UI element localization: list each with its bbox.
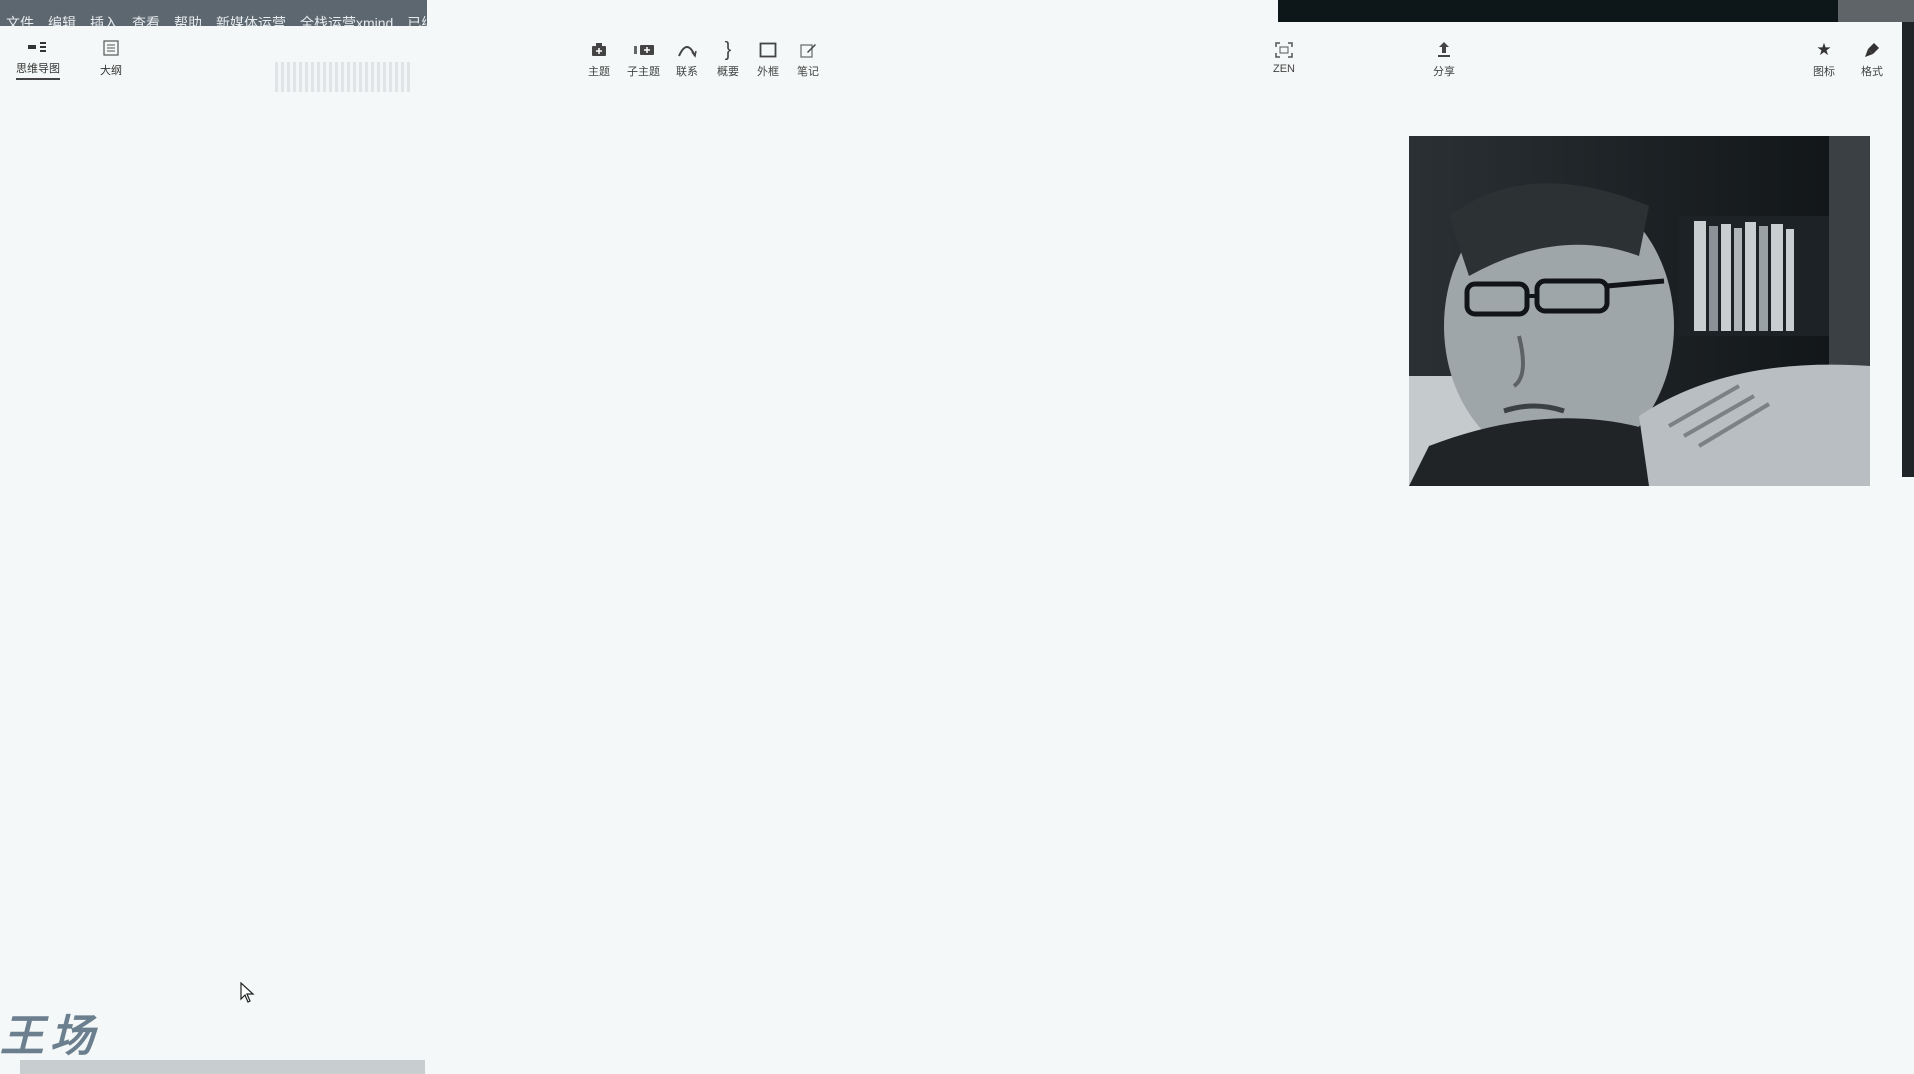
outline-icon xyxy=(103,40,119,59)
mindmap-icon xyxy=(27,40,49,57)
boundary-button[interactable]: 外框 xyxy=(757,40,779,79)
topic-button[interactable]: 主题 xyxy=(588,40,610,79)
zen-button[interactable]: ZEN xyxy=(1273,40,1295,75)
overlay-bar xyxy=(1278,0,1838,22)
tab-outline-label: 大纲 xyxy=(100,65,122,77)
icon-panel-label: 图标 xyxy=(1813,66,1835,78)
mouse-cursor-icon xyxy=(240,982,255,1003)
note-pencil-icon xyxy=(799,40,817,60)
blurred-area xyxy=(275,62,410,92)
menu-bar: 文件 编辑 插入 查看 帮助 新媒体运营 全栈运营xmind 已编辑 xyxy=(0,0,427,26)
window-controls-area xyxy=(1838,0,1914,22)
watermark-logo: 王场 xyxy=(0,1011,100,1062)
subtopic-icon xyxy=(633,40,655,60)
format-label: 格式 xyxy=(1861,66,1883,78)
tab-outline[interactable]: 大纲 xyxy=(100,40,122,78)
share-upload-icon xyxy=(1436,40,1452,60)
icon-panel-button[interactable]: ★ 图标 xyxy=(1813,40,1835,79)
relationship-label: 联系 xyxy=(676,66,698,78)
share-button[interactable]: 分享 xyxy=(1433,40,1455,79)
zen-fullscreen-icon xyxy=(1275,40,1293,60)
boundary-icon xyxy=(759,40,777,60)
menu-insert[interactable]: 插入 xyxy=(90,15,118,26)
webcam-frame-image xyxy=(1409,136,1870,486)
summary-label: 概要 xyxy=(717,66,739,78)
format-button[interactable]: 格式 xyxy=(1861,40,1883,79)
topic-icon xyxy=(590,40,608,60)
boundary-label: 外框 xyxy=(757,66,779,78)
topic-label: 主题 xyxy=(588,66,610,78)
format-brush-icon xyxy=(1864,40,1880,60)
note-button[interactable]: 笔记 xyxy=(797,40,819,79)
tab-mindmap-label: 思维导图 xyxy=(16,63,60,75)
zen-label: ZEN xyxy=(1273,63,1295,75)
relationship-button[interactable]: 联系 xyxy=(676,40,698,79)
document-filename: 全栈运营xmind xyxy=(300,15,394,26)
summary-brace-icon: } xyxy=(724,38,732,61)
menu-file[interactable]: 文件 xyxy=(6,15,34,26)
webcam-video-overlay xyxy=(1409,136,1870,486)
document-title: 新媒体运营 xyxy=(216,15,286,26)
menu-help[interactable]: 帮助 xyxy=(174,15,202,26)
tab-mindmap[interactable]: 思维导图 xyxy=(16,40,60,80)
document-status: 已编辑 xyxy=(407,15,427,26)
menu-edit[interactable]: 编辑 xyxy=(48,15,76,26)
subtopic-button[interactable]: 子主题 xyxy=(627,40,660,79)
star-icon: ★ xyxy=(1816,40,1832,59)
menu-view[interactable]: 查看 xyxy=(132,15,160,26)
bottom-bar xyxy=(20,1060,425,1074)
subtopic-label: 子主题 xyxy=(627,66,660,78)
summary-button[interactable]: } 概要 xyxy=(717,38,739,79)
note-label: 笔记 xyxy=(797,66,819,78)
relationship-icon xyxy=(677,40,697,60)
share-label: 分享 xyxy=(1433,66,1455,78)
scrollbar[interactable] xyxy=(1902,22,1914,477)
